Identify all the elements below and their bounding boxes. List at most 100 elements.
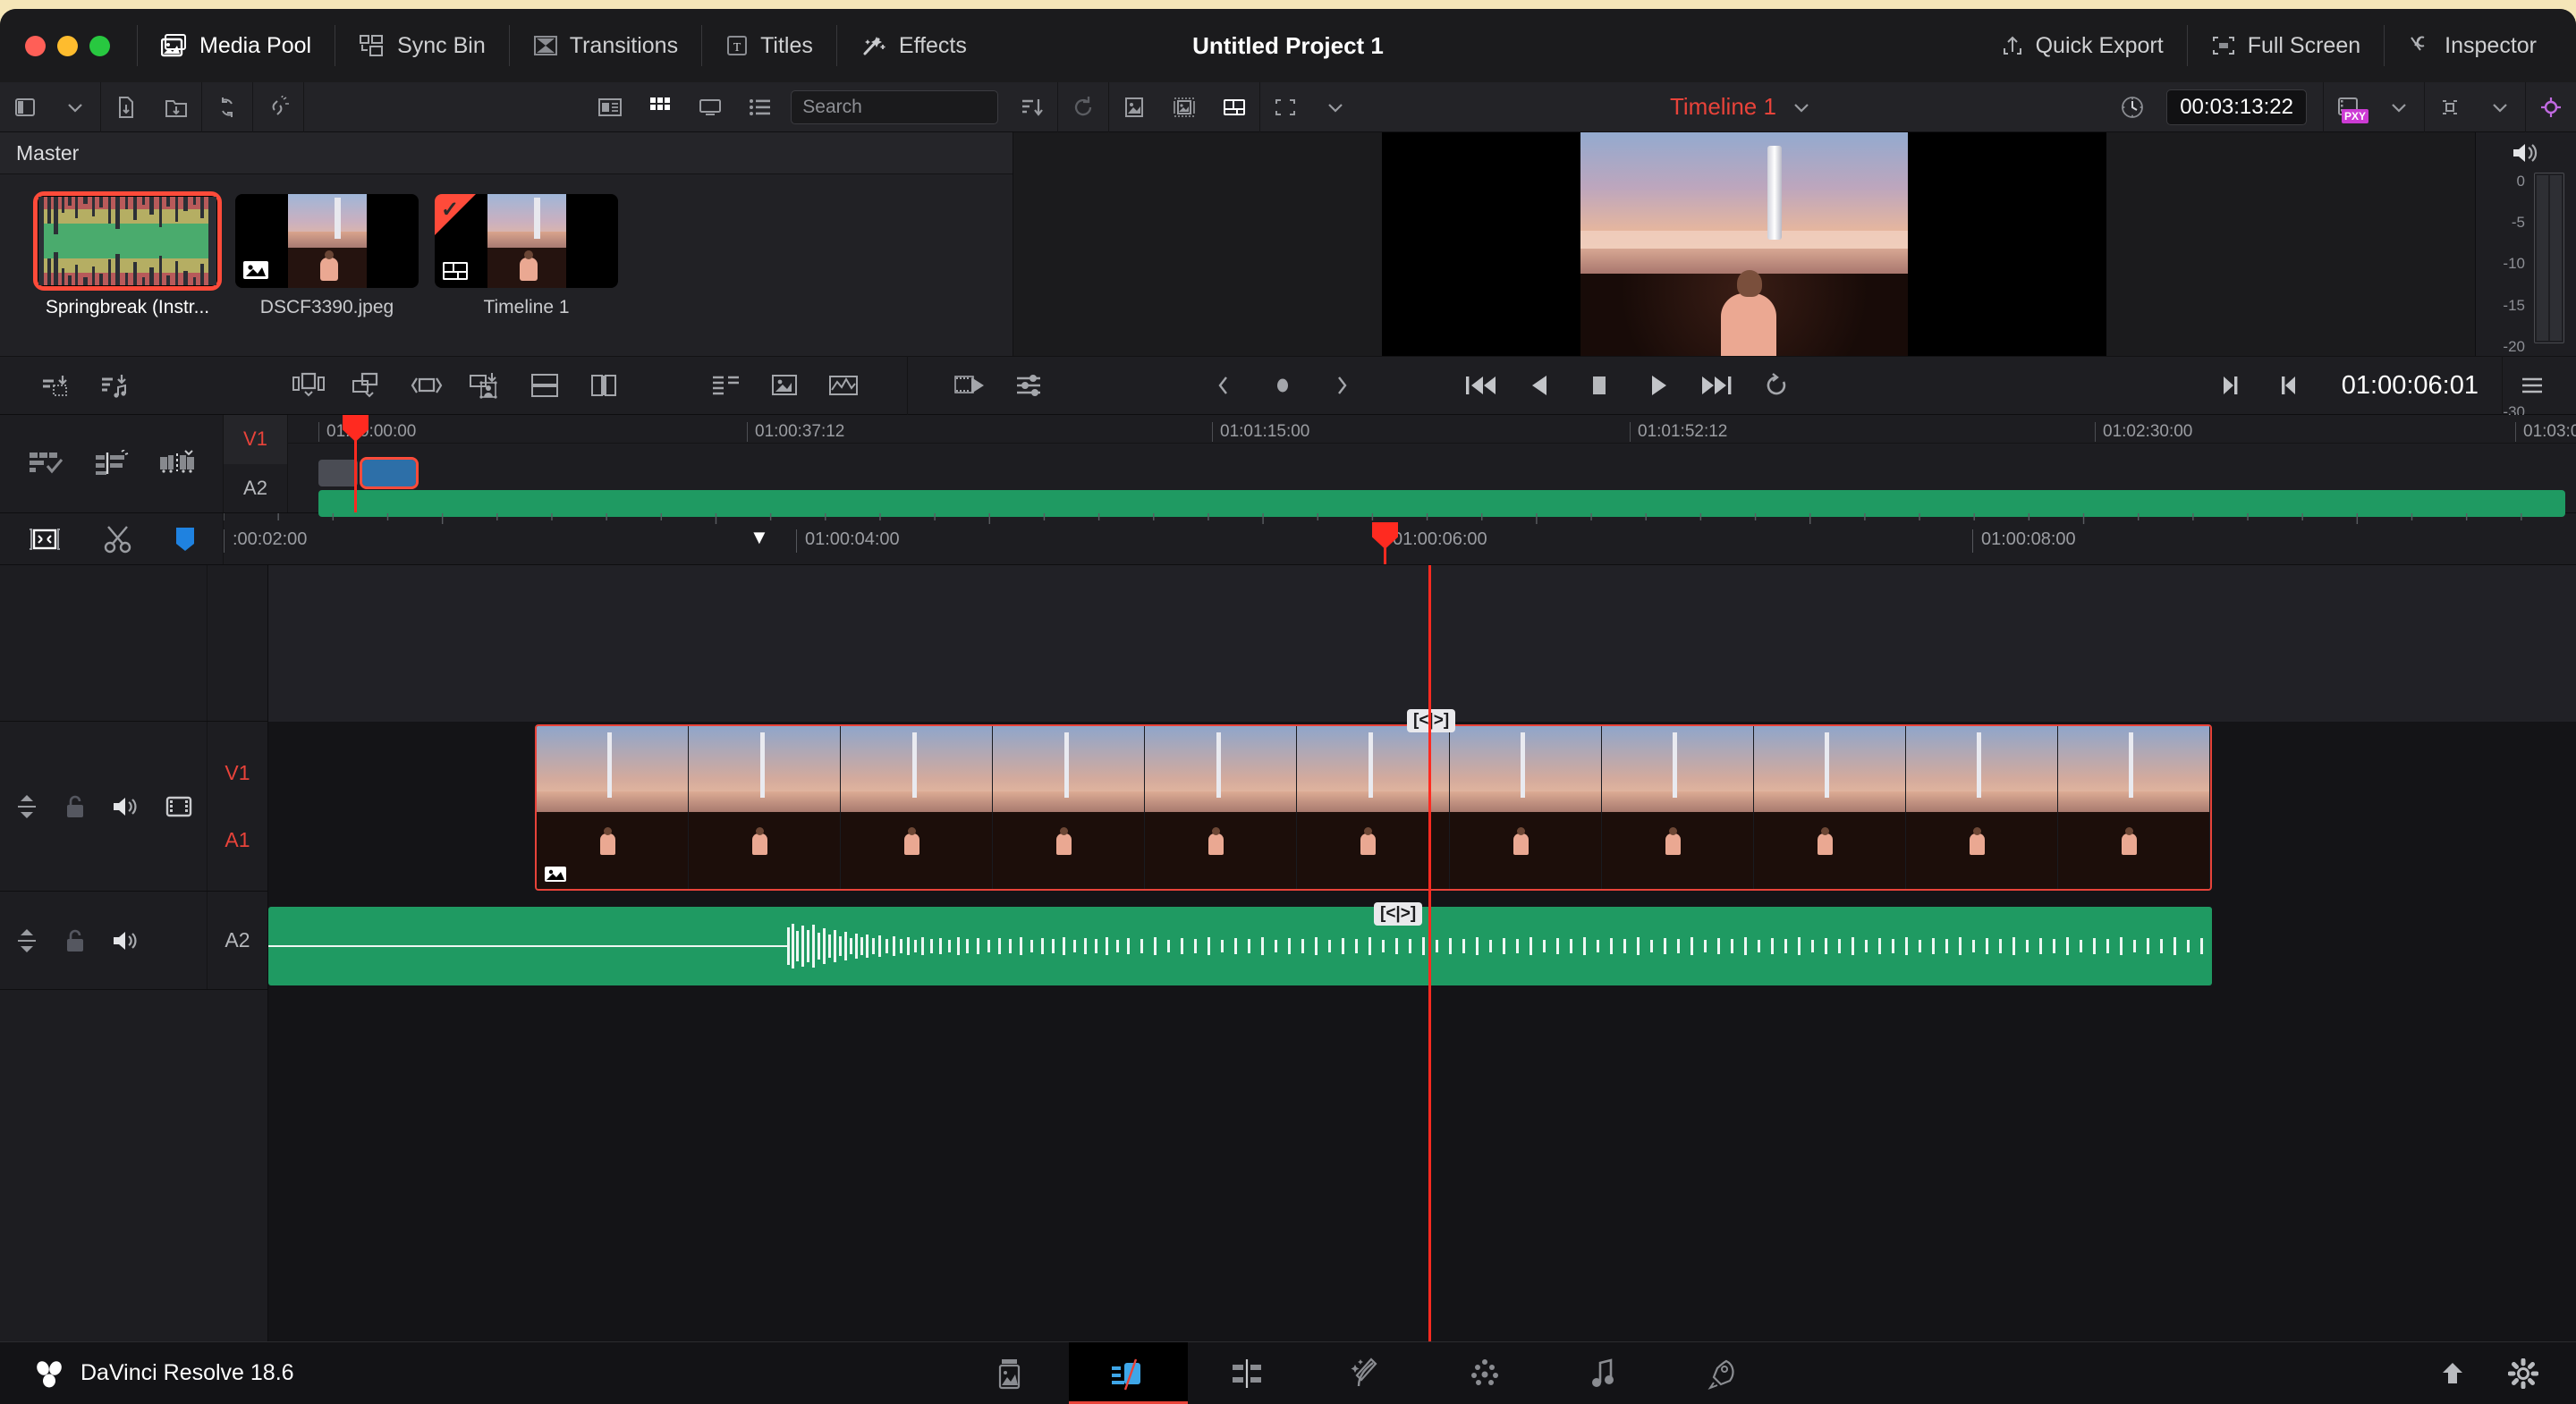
zoom-button[interactable] (89, 36, 110, 56)
source-viewer-button[interactable] (942, 356, 1001, 415)
timeline-playhead-top[interactable] (1384, 522, 1386, 564)
page-fusion[interactable] (1307, 1342, 1426, 1404)
bin-header[interactable]: Master (0, 132, 1013, 174)
play-reverse-button[interactable] (1511, 356, 1570, 415)
sidebar-toggle-button[interactable] (0, 82, 50, 132)
current-timecode-display[interactable]: 01:00:06:01 (2318, 371, 2502, 401)
marker-icon[interactable] (173, 525, 198, 554)
fit-to-fill-button[interactable] (574, 356, 633, 415)
trim-tool-icon[interactable] (94, 450, 130, 478)
single-viewer-button[interactable] (1109, 82, 1159, 132)
window-controls[interactable] (0, 36, 110, 56)
mini-timeline-canvas[interactable]: 01:00:00:00 01:00:37:12 01:01:15:00 01:0… (288, 415, 2576, 512)
timeline-audio-clip[interactable] (268, 907, 2212, 985)
mini-clip-selected[interactable] (362, 460, 416, 486)
timeline-viewer-button[interactable] (1209, 82, 1259, 132)
thumbnail-view-button[interactable] (635, 82, 685, 132)
page-cut[interactable] (1069, 1342, 1188, 1404)
close-button[interactable] (25, 36, 46, 56)
quick-export-button[interactable]: Quick Export (1978, 21, 2187, 70)
clip-thumbnail[interactable] (36, 194, 219, 288)
timeline-ruler[interactable]: :00:02:00 01:00:04:00 01:00:06:00 01:00:… (224, 513, 2576, 564)
timeline-name-label[interactable]: Timeline 1 (1670, 93, 1776, 121)
import-folder-button[interactable] (151, 82, 201, 132)
unlink-button[interactable] (253, 82, 303, 132)
timeline-canvas[interactable]: [<|>] (268, 565, 2576, 1341)
track-label-v1[interactable]: V1 (225, 761, 250, 785)
move-track-icon[interactable] (15, 927, 38, 954)
mark-out-button[interactable] (2200, 356, 2259, 415)
minimize-button[interactable] (57, 36, 78, 56)
page-fairlight[interactable] (1545, 1342, 1664, 1404)
page-media[interactable] (950, 1342, 1069, 1404)
metadata-view-button[interactable] (585, 82, 635, 132)
overwrite-clip-button[interactable] (338, 356, 397, 415)
timeline-duration-display[interactable]: 00:03:13:22 (2166, 89, 2307, 125)
color-wheel-icon[interactable] (2526, 82, 2576, 132)
clip-thumbnail[interactable]: ✓ (435, 194, 618, 288)
track-label-a2[interactable]: A2 (225, 928, 250, 952)
mark-in-button[interactable] (2259, 356, 2318, 415)
fast-forward-button[interactable] (1688, 356, 1747, 415)
move-track-icon[interactable] (15, 793, 38, 820)
select-tool-icon[interactable] (28, 450, 65, 478)
append-clip-button[interactable] (27, 356, 86, 415)
add-marker-button[interactable] (1253, 356, 1312, 415)
lock-icon[interactable] (64, 927, 87, 954)
viewer-options-chevron-icon[interactable] (1310, 82, 1360, 132)
transition-tool-icon[interactable] (158, 450, 196, 478)
place-on-top-button[interactable] (456, 356, 515, 415)
source-viewer[interactable] (1013, 132, 2475, 356)
audio-only-button[interactable] (814, 356, 873, 415)
audio-settings-button[interactable] (1001, 356, 1060, 415)
proxy-chevron-icon[interactable] (2374, 82, 2424, 132)
trim-edit-mode-icon[interactable] (26, 526, 64, 553)
list-view-button[interactable] (735, 82, 785, 132)
loop-button[interactable] (1747, 356, 1806, 415)
filmstrip-view-button[interactable] (685, 82, 735, 132)
timeline-playhead[interactable] (1428, 565, 1431, 1341)
mini-clip[interactable] (318, 460, 358, 486)
clip-thumbnail[interactable] (235, 194, 419, 288)
video-enable-icon[interactable] (165, 795, 192, 818)
speaker-icon[interactable] (2511, 140, 2541, 165)
tab-titles[interactable]: T Titles (702, 21, 836, 70)
track-label-a1[interactable]: A1 (225, 828, 250, 852)
timeline-empty-region[interactable] (268, 565, 2576, 722)
timeline-dropdown-chevron-icon[interactable] (1776, 82, 1826, 132)
mute-icon[interactable] (112, 928, 140, 953)
timeline-video-clip[interactable] (535, 724, 2212, 891)
import-media-button[interactable] (101, 82, 151, 132)
chevron-down-icon[interactable]: ▼ (750, 526, 769, 549)
mini-track-row-v1[interactable] (288, 460, 2576, 486)
project-settings-icon[interactable] (2508, 1358, 2538, 1389)
mini-track-a2[interactable]: A2 (224, 464, 287, 513)
mini-ruler[interactable]: 01:00:00:00 01:00:37:12 01:01:15:00 01:0… (288, 415, 2576, 444)
insert-clip-button[interactable] (279, 356, 338, 415)
blade-edit-mode-icon[interactable] (103, 525, 133, 554)
project-manager-icon[interactable] (2438, 1359, 2467, 1388)
next-marker-button[interactable] (1312, 356, 1371, 415)
tab-effects[interactable]: Effects (837, 21, 990, 70)
page-deliver[interactable] (1664, 1342, 1783, 1404)
page-edit[interactable] (1188, 1342, 1307, 1404)
stop-button[interactable] (1570, 356, 1629, 415)
source-image-button[interactable] (755, 356, 814, 415)
sync-button[interactable] (202, 82, 252, 132)
video-trim-badge[interactable]: [<|>] (1407, 709, 1455, 732)
optimized-media-button[interactable] (2425, 82, 2475, 132)
mini-playhead[interactable] (354, 415, 357, 512)
mute-icon[interactable] (112, 794, 140, 819)
jump-to-start-button[interactable] (1452, 356, 1511, 415)
dual-viewer-button[interactable] (1159, 82, 1209, 132)
source-overwrite-button[interactable] (696, 356, 755, 415)
page-color[interactable] (1426, 1342, 1545, 1404)
proxy-mode-button[interactable]: PXY (2324, 82, 2374, 132)
chevron-down-icon[interactable] (50, 82, 100, 132)
sort-button[interactable] (1007, 82, 1057, 132)
search-input[interactable]: Search (791, 90, 998, 124)
fullscreen-viewer-button[interactable] (1260, 82, 1310, 132)
split-screen-button[interactable] (515, 356, 574, 415)
full-screen-button[interactable]: Full Screen (2188, 21, 2384, 70)
clock-icon[interactable] (2107, 82, 2157, 132)
